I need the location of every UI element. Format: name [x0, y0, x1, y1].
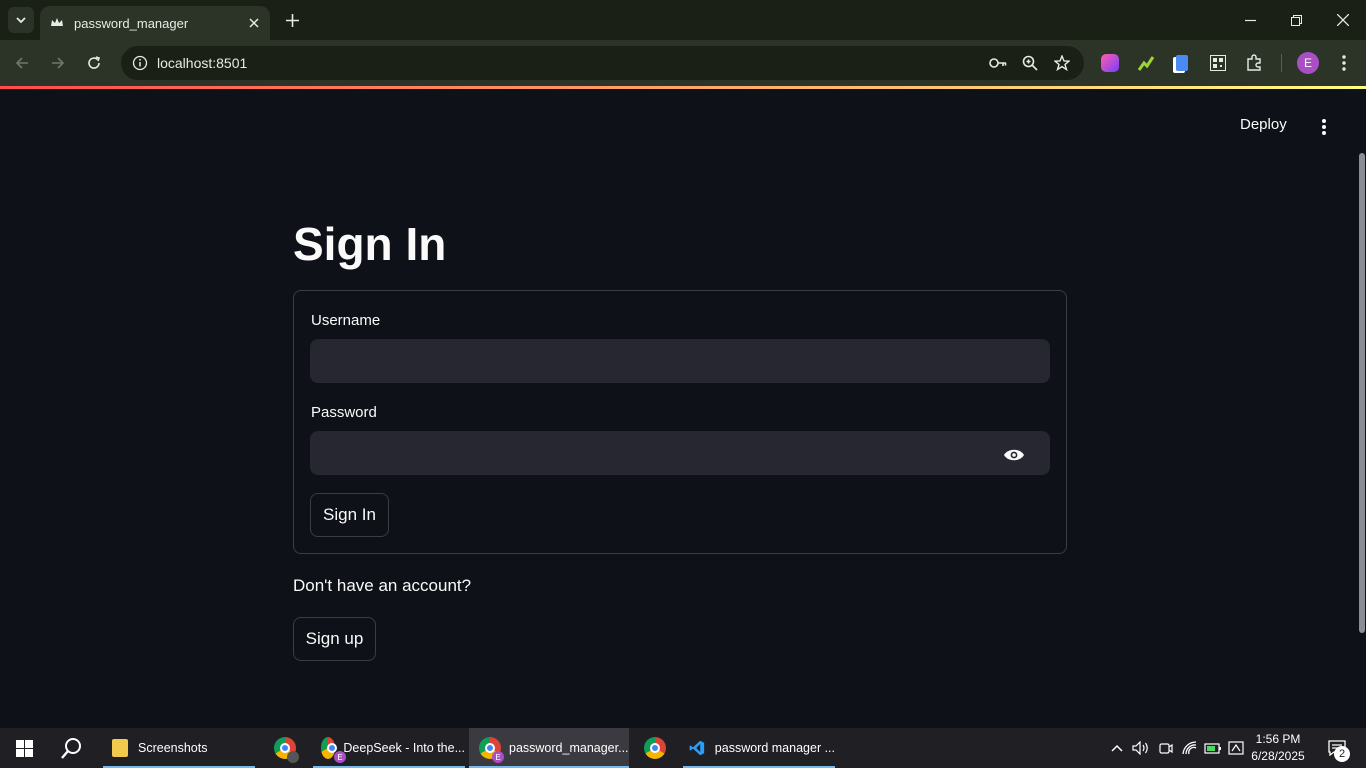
forward-button[interactable] — [46, 51, 70, 75]
taskbar-item-label: Screenshots — [138, 741, 208, 755]
camera-icon[interactable] — [1155, 728, 1177, 768]
page-scrollbar[interactable] — [1359, 153, 1365, 633]
arrow-right-icon — [52, 57, 65, 69]
taskbar-item-chrome[interactable] — [262, 728, 308, 768]
windows-logo-icon — [15, 739, 33, 757]
search-icon — [61, 738, 81, 759]
extension-purple-icon[interactable] — [1099, 52, 1121, 74]
extension-qr-icon[interactable] — [1207, 52, 1229, 74]
minimize-button[interactable] — [1227, 0, 1273, 40]
sign-up-button[interactable]: Sign up — [293, 617, 376, 661]
taskbar-item-label: password manager ... — [714, 741, 835, 755]
close-icon — [1337, 14, 1349, 26]
streamlit-crown-icon — [51, 18, 63, 26]
tab-title: password_manager — [74, 15, 189, 31]
tab-close-icon[interactable] — [242, 11, 266, 35]
taskbar-item-deepseek[interactable]: E DeepSeek - Into the... — [313, 728, 465, 768]
password-input[interactable] — [310, 431, 1050, 475]
address-bar[interactable]: localhost:8501 — [121, 46, 1084, 80]
browser-toolbar: localhost:8501 E — [0, 40, 1366, 86]
reload-button[interactable] — [82, 51, 106, 75]
notification-center-button[interactable]: 2 — [1320, 728, 1354, 768]
app-menu-icon[interactable] — [1312, 115, 1336, 139]
password-label: Password — [311, 404, 377, 421]
url-text[interactable]: localhost:8501 — [157, 55, 982, 71]
username-input[interactable] — [310, 339, 1050, 383]
signup-prompt-text: Don't have an account? — [293, 576, 472, 595]
extension-docs-icon[interactable] — [1171, 52, 1193, 74]
close-window-button[interactable] — [1320, 0, 1366, 40]
page-title: Sign In — [293, 218, 447, 270]
sign-in-form: Username Password Sign In — [293, 290, 1067, 554]
restore-icon — [1290, 14, 1302, 26]
plus-icon — [285, 13, 299, 27]
taskbar-item-password-manager-chrome[interactable]: E password_manager... — [469, 728, 629, 768]
notification-count: 2 — [1334, 746, 1350, 762]
clock-date: 6/28/2025 — [1251, 749, 1305, 763]
browser-menu-icon[interactable] — [1333, 52, 1355, 74]
sign-in-button[interactable]: Sign In — [310, 493, 389, 537]
volume-icon[interactable] — [1130, 728, 1152, 768]
folder-icon — [112, 739, 128, 757]
new-tab-button[interactable] — [280, 8, 304, 32]
clock-time: 1:56 PM — [1255, 732, 1301, 746]
password-key-icon[interactable] — [982, 49, 1014, 77]
profile-badge: E — [492, 751, 504, 763]
app-main: Deploy Sign In Username Password Sign In… — [0, 89, 1366, 728]
browser-tabstrip: password_manager — [0, 0, 1366, 40]
vscode-icon — [689, 740, 705, 756]
reload-icon — [88, 56, 101, 69]
site-info-icon[interactable] — [123, 55, 157, 71]
battery-icon[interactable] — [1202, 728, 1224, 768]
restore-button[interactable] — [1273, 0, 1319, 40]
start-button[interactable] — [0, 728, 48, 768]
chevron-down-icon — [16, 17, 26, 24]
chrome-icon — [644, 737, 666, 759]
tray-overflow-chevron-icon[interactable] — [1106, 728, 1128, 768]
profile-badge-icon — [287, 751, 299, 763]
language-icon[interactable] — [1225, 728, 1247, 768]
profile-badge: E — [334, 751, 346, 763]
toolbar-divider — [1281, 54, 1282, 72]
taskbar-item-vscode[interactable]: password manager ... — [683, 728, 835, 768]
profile-avatar[interactable]: E — [1297, 52, 1319, 74]
extension-chart-icon[interactable] — [1135, 52, 1157, 74]
show-password-eye-icon[interactable] — [1002, 443, 1026, 467]
taskbar-item-label: password_manager... — [509, 741, 629, 755]
extensions-puzzle-icon[interactable] — [1243, 52, 1265, 74]
arrow-left-icon — [15, 57, 28, 69]
deploy-button[interactable]: Deploy — [1240, 116, 1287, 133]
bookmark-star-icon[interactable] — [1046, 49, 1078, 77]
wifi-icon[interactable] — [1179, 728, 1201, 768]
taskbar-item-label: DeepSeek - Into the... — [343, 741, 465, 755]
taskbar-search-button[interactable] — [48, 728, 96, 768]
minimize-icon — [1244, 19, 1256, 21]
system-clock[interactable]: 1:56 PM 6/28/2025 — [1246, 731, 1310, 765]
tab-password-manager[interactable]: password_manager — [40, 6, 270, 40]
zoom-icon[interactable] — [1014, 49, 1046, 77]
taskbar-item-screenshots[interactable]: Screenshots — [103, 728, 255, 768]
taskbar-item-chrome-2[interactable] — [632, 728, 678, 768]
back-button[interactable] — [10, 51, 34, 75]
username-label: Username — [311, 312, 381, 329]
windows-taskbar: Screenshots E DeepSeek - Into the... E p… — [0, 728, 1366, 768]
tab-search-button[interactable] — [8, 7, 34, 33]
